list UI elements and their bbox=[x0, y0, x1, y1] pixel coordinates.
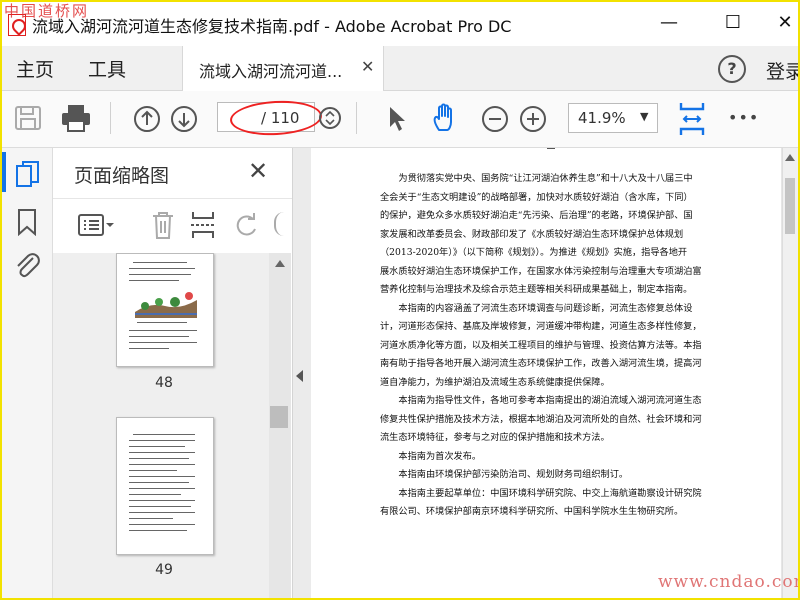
maximize-button[interactable]: ☐ bbox=[718, 10, 748, 36]
menu-tools[interactable]: 工具 bbox=[88, 55, 126, 82]
zoom-value: 41.9% bbox=[578, 109, 626, 127]
text-line: 本指南主要起草单位：中国环境科学研究院、中交上海航道勘察设计研究院 bbox=[398, 487, 702, 499]
menu-home[interactable]: 主页 bbox=[16, 55, 54, 82]
text-line: 本指南为指导性文件，各地可参考本指南提出的湖泊流域入湖河流河道生态 bbox=[398, 395, 702, 406]
rotate-clockwise-icon[interactable] bbox=[274, 212, 284, 236]
chevron-down-icon: ▼ bbox=[640, 110, 649, 123]
text-line: 本指南为首次发布。 bbox=[398, 450, 482, 462]
scroll-up-arrow-icon[interactable] bbox=[275, 260, 285, 267]
page-up-icon[interactable] bbox=[133, 105, 161, 133]
page-thumbnails-icon[interactable] bbox=[15, 160, 41, 190]
toolbar-separator bbox=[110, 102, 111, 134]
thumbnail-page-49[interactable] bbox=[116, 417, 214, 555]
select-cursor-icon[interactable] bbox=[387, 105, 409, 133]
extract-pages-icon[interactable] bbox=[189, 210, 217, 240]
document-tab[interactable]: 流域入湖河流河道... ✕ bbox=[182, 46, 384, 91]
thumbnail-page-number: 49 bbox=[155, 562, 173, 578]
page-header-mark bbox=[547, 148, 555, 149]
watermark-top: 中国道桥网 bbox=[4, 2, 90, 20]
text-line: 本指南由环境保护部污染防治司、规划财务司组织制订。 bbox=[398, 469, 629, 480]
text-line: 修复共性保护措施及技术方法，根据本地湖泊及河流所处的自然、社会环境和河 bbox=[380, 413, 702, 425]
login-link[interactable]: 登录 bbox=[766, 57, 798, 84]
thumbnail-scroll-thumb[interactable] bbox=[270, 406, 288, 428]
hand-tool-icon[interactable] bbox=[430, 102, 462, 134]
page-down-icon[interactable] bbox=[170, 105, 198, 133]
print-icon[interactable] bbox=[60, 103, 92, 133]
minimize-button[interactable]: — bbox=[654, 10, 684, 36]
app-window: 流域入湖河流河道生态修复技术指南.pdf - Adobe Acrobat Pro… bbox=[0, 0, 800, 600]
thumbnail-options-icon[interactable] bbox=[77, 212, 117, 238]
rotate-icon[interactable] bbox=[233, 211, 261, 239]
text-line: 河道水质净化等方面，以及相关工程项目的维护与管理、投资估算方法等。本指 bbox=[380, 339, 702, 351]
collapse-left-arrow-icon[interactable] bbox=[296, 370, 303, 382]
text-line: （2013-2020年）》（以下简称《规划》）。为推进《规划》实施，指导各地开 bbox=[380, 247, 688, 258]
zoom-out-icon[interactable] bbox=[481, 105, 509, 133]
help-button[interactable]: ? bbox=[718, 55, 746, 83]
bookmark-icon[interactable] bbox=[16, 208, 38, 236]
scroll-up-arrow-icon[interactable] bbox=[785, 154, 795, 161]
save-icon[interactable] bbox=[14, 105, 42, 131]
close-window-button[interactable]: ✕ bbox=[770, 10, 798, 36]
fit-page-icon[interactable] bbox=[678, 101, 706, 137]
attachment-icon[interactable] bbox=[13, 250, 41, 280]
text-line: 营养化控制与治理技术及综合示范主题等相关科研成果基础上，制定本指南。 bbox=[380, 284, 693, 295]
text-line: 流生态环境特征，参考与之对应的保护措施和技术方法。 bbox=[380, 432, 610, 443]
more-options-icon[interactable]: ••• bbox=[728, 108, 759, 127]
delete-icon[interactable] bbox=[150, 210, 176, 240]
thumbnail-page-48[interactable] bbox=[116, 253, 214, 367]
tab-close-icon[interactable]: ✕ bbox=[361, 57, 374, 76]
thumbnail-list: 48 49 bbox=[53, 253, 269, 598]
text-line: 南有助于指导各地开展入湖河流生态环境保护工作，改善入湖河流生境，提高河 bbox=[380, 358, 702, 369]
text-line: 为贯彻落实党中央、国务院“让江河湖泊休养生息”和十八大及十八届三中 bbox=[398, 173, 693, 184]
active-indicator bbox=[2, 152, 6, 192]
panel-title: 页面缩略图 bbox=[74, 165, 170, 187]
document-tab-label: 流域入湖河流河道... bbox=[199, 62, 343, 81]
zoom-in-icon[interactable] bbox=[519, 105, 547, 133]
pdf-body-text: 为贯彻落实党中央、国务院“让江河湖泊休养生息”和十八大及十八届三中 全会关于“生… bbox=[380, 170, 714, 522]
text-line: 道自净能力，为维护湖泊及流域生态系统健康提供保障。 bbox=[380, 376, 610, 388]
text-line: 全会关于“生态文明建设”的战略部署，加快对水质较好湖泊（含水库，下同） bbox=[380, 191, 693, 203]
window-title: 流域入湖河流河道生态修复技术指南.pdf - Adobe Acrobat Pro… bbox=[32, 17, 512, 36]
text-line: 计，河道形态保持、基底及岸坡修复，河道缓冲带构建，河道生态多样性修复， bbox=[380, 321, 702, 332]
panel-close-icon[interactable]: ✕ bbox=[248, 157, 268, 185]
text-line: 家发展和改革委员会、财政部印发了《水质较好湖泊生态环境保护总体规划 bbox=[380, 228, 684, 240]
document-scroll-thumb[interactable] bbox=[785, 178, 795, 234]
toolbar-separator bbox=[356, 102, 357, 134]
thumbnail-figure bbox=[135, 292, 197, 318]
page-stepper-icon[interactable] bbox=[319, 106, 341, 130]
text-line: 的保护，避免众多水质较好湖泊走“先污染、后治理”的老路，环境保护部、国 bbox=[380, 210, 693, 221]
thumbnail-page-number: 48 bbox=[155, 375, 173, 391]
text-line: 有限公司、环境保护部南京环境科学研究所、中国科学院水生生物研究所。 bbox=[380, 506, 684, 517]
text-line: 展水质较好湖泊生态环境保护工作，在国家水体污染控制与治理重大专项湖泊富 bbox=[380, 265, 702, 277]
watermark-bottom: www.cndao.com bbox=[658, 572, 800, 592]
text-line: 本指南的内容涵盖了河流生态环境调查与问题诊断，河流生态修复总体设 bbox=[398, 302, 693, 314]
